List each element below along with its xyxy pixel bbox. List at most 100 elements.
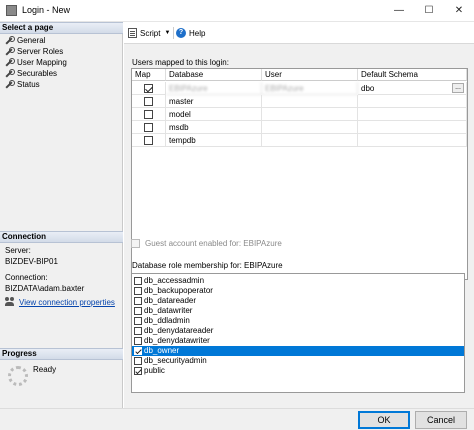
ok-button[interactable]: OK [358, 411, 410, 429]
view-connection-properties[interactable]: View connection properties [5, 297, 115, 307]
map-cell[interactable] [132, 95, 166, 108]
role-checkbox[interactable] [134, 327, 142, 335]
table-row[interactable]: master [132, 95, 467, 108]
close-button[interactable]: ✕ [444, 0, 474, 22]
list-item[interactable]: db_ddladmin [132, 316, 464, 326]
cancel-button[interactable]: Cancel [415, 411, 467, 429]
script-label: Script [140, 28, 161, 38]
schema-cell[interactable]: dbo ... [358, 82, 467, 95]
list-item[interactable]: db_backupoperator [132, 286, 464, 296]
page-item-label: User Mapping [17, 58, 67, 67]
connection-value: BIZDATA\adam.baxter [5, 284, 85, 293]
role-label: db_accessadmin [144, 276, 205, 285]
list-item[interactable]: db_datareader [132, 296, 464, 306]
chevron-down-icon[interactable]: ▼ [164, 30, 170, 36]
schema-cell[interactable] [358, 121, 467, 134]
user-cell[interactable] [262, 95, 358, 108]
role-checkbox[interactable] [134, 307, 142, 315]
minimize-button[interactable]: — [384, 0, 414, 22]
role-label: db_denydatareader [144, 326, 214, 335]
guest-checkbox[interactable] [131, 239, 140, 248]
page-item-label: Status [17, 80, 40, 89]
map-checkbox[interactable] [144, 136, 153, 145]
app-icon [6, 5, 17, 16]
schema-cell[interactable] [358, 134, 467, 147]
wrench-icon [4, 36, 15, 45]
select-page-header: Select a page [0, 22, 123, 34]
toolbar: Script ▼ ? Help [124, 22, 474, 44]
map-cell[interactable] [132, 121, 166, 134]
window-title: Login - New [22, 5, 71, 15]
role-label: db_backupoperator [144, 286, 213, 295]
database-cell: master [166, 95, 262, 108]
role-checkbox[interactable] [134, 337, 142, 345]
list-item[interactable]: db_securityadmin [132, 356, 464, 366]
map-checkbox[interactable] [144, 123, 153, 132]
role-label: db_owner [144, 346, 180, 355]
schema-cell[interactable] [358, 95, 467, 108]
user-cell[interactable] [262, 108, 358, 121]
connection-label: Connection: [5, 273, 48, 282]
list-item[interactable]: public [132, 366, 464, 376]
list-item[interactable]: db_accessadmin [132, 276, 464, 286]
schema-value: dbo [361, 84, 375, 93]
database-cell: EBIPAzure [166, 82, 262, 95]
user-cell[interactable]: EBIPAzure [262, 82, 358, 95]
col-header-map[interactable]: Map [132, 69, 166, 81]
role-label: db_datareader [144, 296, 197, 305]
map-checkbox[interactable] [144, 110, 153, 119]
view-connection-link[interactable]: View connection properties [19, 298, 115, 307]
map-cell[interactable] [132, 108, 166, 121]
wrench-icon [4, 47, 15, 56]
schema-browse-button[interactable]: ... [452, 83, 464, 93]
main-content: Users mapped to this login: Map Database… [124, 44, 474, 408]
role-checkbox[interactable] [134, 367, 142, 375]
map-cell[interactable] [132, 134, 166, 147]
guest-label: Guest account enabled for: EBIPAzure [145, 239, 282, 248]
page-item-label: General [17, 36, 46, 45]
role-checkbox[interactable] [134, 317, 142, 325]
map-checkbox[interactable] [144, 84, 153, 93]
page-item-general[interactable]: General [4, 35, 45, 46]
role-checkbox[interactable] [134, 357, 142, 365]
schema-cell[interactable] [358, 108, 467, 121]
page-item-securables[interactable]: Securables [4, 68, 57, 79]
script-button[interactable]: Script ▼ [128, 28, 170, 38]
role-checkbox[interactable] [134, 277, 142, 285]
connection-header: Connection [0, 231, 123, 243]
page-item-status[interactable]: Status [4, 79, 40, 90]
table-row[interactable]: tempdb [132, 134, 467, 147]
list-item[interactable]: db_denydatawriter [132, 336, 464, 346]
table-row[interactable]: model [132, 108, 467, 121]
role-label: db_datawriter [144, 306, 193, 315]
map-cell[interactable] [132, 82, 166, 95]
col-header-database[interactable]: Database [166, 69, 262, 81]
page-item-server-roles[interactable]: Server Roles [4, 46, 63, 57]
maximize-button[interactable]: ☐ [414, 0, 444, 22]
wrench-icon [4, 58, 15, 67]
progress-header: Progress [0, 348, 123, 360]
role-label: public [144, 366, 165, 375]
help-label: Help [189, 28, 206, 38]
guest-account-option[interactable]: Guest account enabled for: EBIPAzure [131, 239, 282, 248]
list-item[interactable]: db_datawriter [132, 306, 464, 316]
map-checkbox[interactable] [144, 97, 153, 106]
page-item-user-mapping[interactable]: User Mapping [4, 57, 67, 68]
col-header-default-schema[interactable]: Default Schema [358, 69, 467, 81]
wrench-icon [4, 80, 15, 89]
list-item[interactable]: db_denydatareader [132, 326, 464, 336]
help-icon: ? [176, 28, 186, 38]
progress-spinner-icon [8, 366, 28, 386]
toolbar-separator [173, 27, 174, 39]
role-checkbox[interactable] [134, 347, 142, 355]
role-checkbox[interactable] [134, 287, 142, 295]
help-button[interactable]: ? Help [176, 28, 205, 38]
table-row[interactable]: msdb [132, 121, 467, 134]
user-cell[interactable] [262, 134, 358, 147]
table-row[interactable]: EBIPAzure EBIPAzure dbo ... [132, 82, 467, 95]
col-header-user[interactable]: User [262, 69, 358, 81]
user-cell[interactable] [262, 121, 358, 134]
role-checkbox[interactable] [134, 297, 142, 305]
title-bar: Login - New — ☐ ✕ [0, 0, 474, 22]
list-item[interactable]: db_owner [132, 346, 464, 356]
